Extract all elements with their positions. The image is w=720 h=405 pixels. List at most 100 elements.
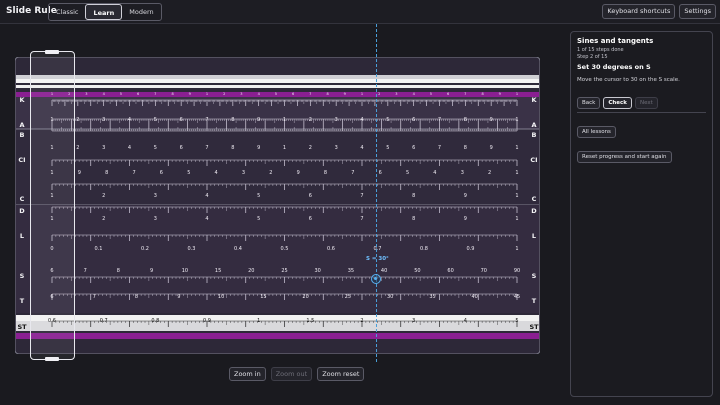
scale-number-ci: 5 xyxy=(187,170,190,176)
mode-learn-button[interactable]: Learn xyxy=(85,4,123,20)
scale-number-c: 1 xyxy=(515,193,518,199)
scale-number-l: 0.6 xyxy=(327,246,335,252)
mode-modern-button[interactable]: Modern xyxy=(122,4,160,20)
scale-number-t: 8 xyxy=(135,294,138,300)
scale-number-ci: 9 xyxy=(78,170,81,176)
scale-number-a: 9 xyxy=(257,117,260,123)
reset-progress-button[interactable]: Reset progress and start again xyxy=(577,151,672,163)
keyboard-shortcuts-button[interactable]: Keyboard shortcuts xyxy=(602,4,676,19)
scale-number-b: 9 xyxy=(490,145,493,151)
scale-number-k: 6 xyxy=(447,92,449,96)
zoom-out-button[interactable]: Zoom out xyxy=(270,367,313,381)
scale-label-ci-left: CI xyxy=(18,156,25,164)
mode-classic-button[interactable]: Classic xyxy=(49,4,85,20)
scale-number-k: 3 xyxy=(395,92,397,96)
lesson-navigation: Back Check Next xyxy=(577,97,706,113)
scale-number-a: 4 xyxy=(128,117,131,123)
scale-number-a: 5 xyxy=(154,117,157,123)
scale-label-a-right: A xyxy=(531,121,536,129)
scale-number-s: 9 xyxy=(150,268,153,274)
scale-label-st-right: ST xyxy=(529,323,539,331)
scale-number-b: 9 xyxy=(257,145,260,151)
scale-number-t: 7 xyxy=(93,294,96,300)
scale-number-s: 50 xyxy=(414,268,420,274)
indicator-handle-top[interactable] xyxy=(45,50,59,54)
scale-number-a: 1 xyxy=(283,117,286,123)
scale-number-t: 15 xyxy=(260,294,266,300)
scale-number-ci: 4 xyxy=(215,170,218,176)
scale-label-s-left: S xyxy=(20,272,25,280)
reset-row: Reset progress and start again xyxy=(577,143,706,163)
scale-number-s: 10 xyxy=(182,268,188,274)
scale-number-k: 8 xyxy=(326,92,328,96)
scale-number-b: 5 xyxy=(386,145,389,151)
scale-number-st: 4 xyxy=(464,318,467,324)
top-bar: Slide Rule Classic Learn Modern Keyboard… xyxy=(0,0,720,24)
slide-rule[interactable]: 1234567891234567891234567891KK1234567891… xyxy=(15,50,540,361)
scale-number-a: 7 xyxy=(438,117,441,123)
all-lessons-button[interactable]: All lessons xyxy=(577,126,616,138)
lesson-instruction: Move the cursor to 30 on the S scale. xyxy=(577,77,680,83)
mode-switcher: Classic Learn Modern xyxy=(48,3,162,21)
top-band-white-2 xyxy=(16,85,539,88)
scale-label-t-right: T xyxy=(532,297,537,305)
cursor[interactable]: S = 30° xyxy=(366,24,389,362)
scale-label-st-left: ST xyxy=(17,323,27,331)
bottom-band-purple xyxy=(16,333,539,339)
scale-number-l: 1 xyxy=(515,246,518,252)
scale-number-l: 0.2 xyxy=(141,246,149,252)
scale-number-a: 4 xyxy=(360,117,363,123)
scale-number-c: 6 xyxy=(309,193,312,199)
scale-number-a: 8 xyxy=(464,117,467,123)
scale-number-k: 1 xyxy=(516,92,518,96)
scale-number-c: 5 xyxy=(257,193,260,199)
scale-number-c: 4 xyxy=(205,193,208,199)
scale-number-k: 7 xyxy=(464,92,466,96)
scale-number-ci: 6 xyxy=(160,170,163,176)
scale-number-ci: 5 xyxy=(406,170,409,176)
lesson-progress: 1 of 15 steps done xyxy=(577,47,624,53)
scale-number-s: 40 xyxy=(381,268,387,274)
scale-number-st: 2 xyxy=(360,318,363,324)
zoom-in-button[interactable]: Zoom in xyxy=(229,367,266,381)
scale-number-ci: 7 xyxy=(351,170,354,176)
scale-number-a: 6 xyxy=(412,117,415,123)
scale-number-st: 1 xyxy=(257,318,260,324)
indicator-handle-bottom[interactable] xyxy=(45,357,59,361)
slide-rule-canvas[interactable]: 1 2 3 4 5 6 7 8 9 1 2 3 4 5 6 7 8 9 1 2 3 4 5 6 7 8 9 1K K1 2 3 4 5 6 7 8 9 1… xyxy=(15,57,540,354)
scale-number-b: 2 xyxy=(76,145,79,151)
scale-number-l: 0.4 xyxy=(234,246,242,252)
cursor-drag-handle[interactable] xyxy=(371,274,381,284)
scale-number-a: 5 xyxy=(386,117,389,123)
scale-number-b: 3 xyxy=(335,145,338,151)
scale-number-a: 2 xyxy=(309,117,312,123)
scale-number-k: 5 xyxy=(275,92,277,96)
scale-number-ci: 9 xyxy=(297,170,300,176)
zoom-reset-button[interactable]: Zoom reset xyxy=(317,367,365,381)
lesson-step-title: Set 30 degrees on S xyxy=(577,63,651,71)
scale-number-d: 6 xyxy=(309,216,312,222)
all-lessons-row: All lessons xyxy=(577,118,706,138)
back-button[interactable]: Back xyxy=(577,97,601,109)
scale-label-c-left: C xyxy=(20,195,25,203)
scale-number-ci: 7 xyxy=(133,170,136,176)
scale-number-c: 3 xyxy=(154,193,157,199)
scale-number-c: 7 xyxy=(360,193,363,199)
scale-number-b: 6 xyxy=(412,145,415,151)
scale-number-b: 1 xyxy=(283,145,286,151)
scale-number-st: 0.9 xyxy=(203,318,211,324)
next-button[interactable]: Next xyxy=(634,97,658,109)
check-button[interactable]: Check xyxy=(603,97,632,109)
scale-label-b-left: B xyxy=(20,131,25,139)
scale-label-t-left: T xyxy=(20,297,25,305)
scale-number-k: 2 xyxy=(223,92,225,96)
scale-number-t: 10 xyxy=(218,294,224,300)
scale-number-ci: 3 xyxy=(242,170,245,176)
scale-label-d-left: D xyxy=(19,207,25,215)
left-indicator-frame[interactable] xyxy=(30,50,75,361)
settings-button[interactable]: Settings xyxy=(679,4,716,19)
cursor-hairline[interactable] xyxy=(376,24,377,362)
scale-number-b: 7 xyxy=(205,145,208,151)
top-band-white xyxy=(16,79,539,83)
scale-number-k: 1 xyxy=(206,92,208,96)
